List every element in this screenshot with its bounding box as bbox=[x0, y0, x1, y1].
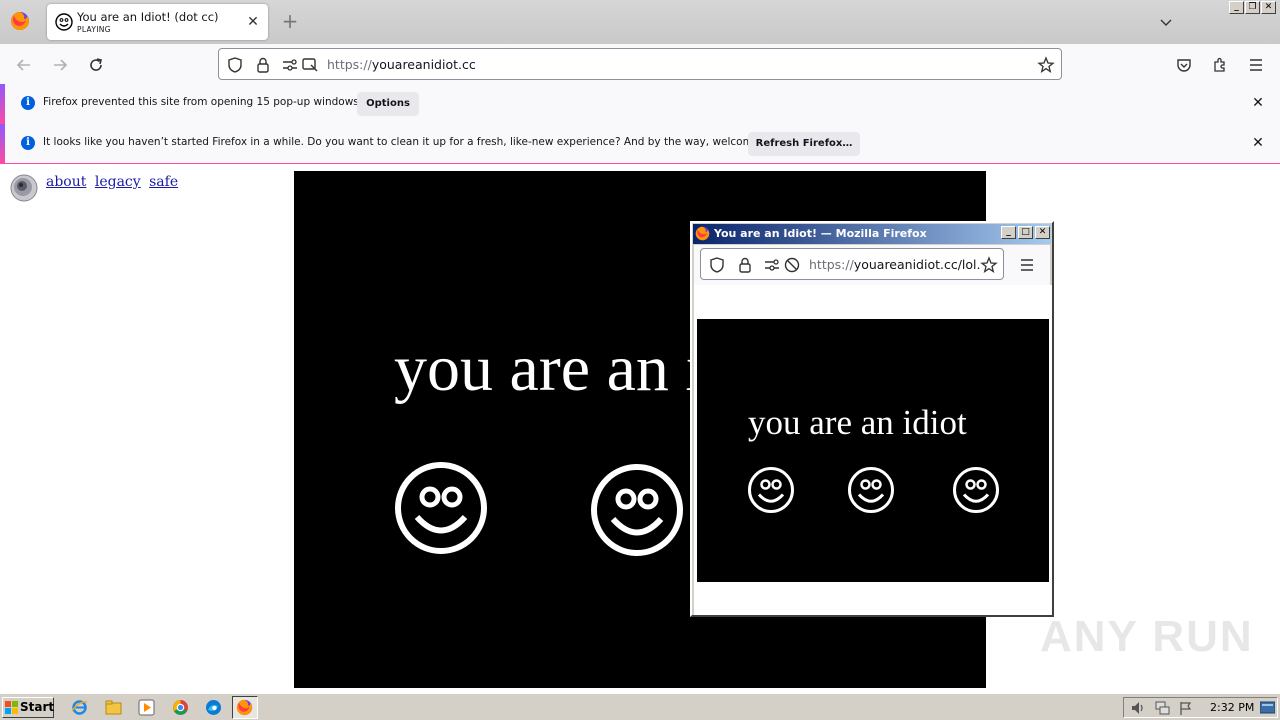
tab-playing-label: PLAYING bbox=[77, 25, 111, 34]
network-icon[interactable] bbox=[1154, 700, 1170, 716]
refresh-firefox-button[interactable]: Refresh Firefox… bbox=[748, 132, 860, 156]
chevron-down-icon[interactable] bbox=[1158, 14, 1174, 30]
bookmark-star-icon[interactable] bbox=[980, 256, 998, 274]
url-bar[interactable]: https://youareanidiot.cc bbox=[218, 48, 1062, 80]
back-arrow-icon[interactable] bbox=[15, 56, 33, 74]
watermark: ANY RUN bbox=[1040, 612, 1254, 661]
volume-icon[interactable] bbox=[1130, 700, 1146, 716]
hamburger-menu-icon[interactable] bbox=[1018, 256, 1036, 274]
popup-page-content: you are an idiot bbox=[694, 285, 1052, 615]
firefox-logo-icon bbox=[236, 699, 253, 716]
shield-icon[interactable] bbox=[226, 56, 244, 74]
navigation-toolbar: https://youareanidiot.cc bbox=[0, 44, 1280, 84]
permissions-icon[interactable] bbox=[281, 56, 299, 74]
window-controls: _ ❐ ✕ bbox=[1229, 1, 1276, 14]
notification-text: It looks like you haven’t started Firefo… bbox=[43, 136, 792, 148]
start-button[interactable]: Start bbox=[2, 697, 54, 718]
shield-icon[interactable] bbox=[708, 256, 726, 274]
firefox-logo-icon[interactable] bbox=[10, 11, 30, 31]
popup-toolbar: https://youareanidiot.cc/lol.h bbox=[694, 245, 1050, 285]
close-icon[interactable]: ✕ bbox=[1250, 135, 1266, 151]
smiley-face-icon bbox=[748, 467, 794, 513]
about-link[interactable]: about bbox=[46, 174, 86, 190]
lock-icon[interactable] bbox=[736, 256, 754, 274]
speaker-icon[interactable] bbox=[8, 171, 40, 203]
popup-titlebar[interactable]: You are an Idiot! — Mozilla Firefox _ □ … bbox=[693, 224, 1051, 244]
chrome-icon[interactable] bbox=[172, 699, 189, 716]
refresh-firefox-notification: i It looks like you haven’t started Fire… bbox=[0, 124, 1280, 164]
firefox-logo-icon bbox=[695, 226, 710, 241]
file-explorer-icon[interactable] bbox=[105, 699, 122, 716]
popup-window-controls: _ □ ✕ bbox=[1001, 226, 1050, 239]
new-tab-icon[interactable]: + bbox=[280, 11, 300, 31]
windows-logo-icon bbox=[5, 701, 18, 714]
smiley-face-icon bbox=[953, 467, 999, 513]
smiley-face-icon bbox=[395, 462, 487, 554]
taskbar: Start 2:32 PM bbox=[0, 693, 1280, 720]
start-label: Start bbox=[20, 700, 55, 714]
popup-title: You are an Idiot! — Mozilla Firefox bbox=[714, 227, 927, 240]
popup-video-player[interactable]: you are an idiot bbox=[697, 319, 1049, 582]
internet-explorer-icon[interactable] bbox=[71, 699, 88, 716]
options-button[interactable]: Options bbox=[357, 92, 419, 116]
popup-window[interactable]: You are an Idiot! — Mozilla Firefox _ □ … bbox=[690, 221, 1054, 617]
lock-icon[interactable] bbox=[254, 56, 272, 74]
bookmark-star-icon[interactable] bbox=[1037, 56, 1055, 74]
tab-close-icon[interactable]: ✕ bbox=[245, 14, 261, 30]
system-tray: 2:32 PM bbox=[1123, 697, 1278, 718]
info-icon: i bbox=[21, 136, 35, 150]
show-desktop-icon[interactable] bbox=[1260, 701, 1275, 715]
hamburger-menu-icon[interactable] bbox=[1247, 56, 1265, 74]
pocket-icon[interactable] bbox=[1175, 56, 1193, 74]
action-center-flag-icon[interactable] bbox=[1178, 700, 1194, 716]
tab-active[interactable]: You are an Idiot! (dot cc) PLAYING ✕ bbox=[47, 4, 268, 40]
page-links: about legacy safe bbox=[46, 174, 182, 190]
close-window-button[interactable]: ✕ bbox=[1261, 1, 1276, 14]
media-player-icon[interactable] bbox=[138, 699, 155, 716]
minimize-button[interactable]: _ bbox=[1229, 1, 1244, 14]
info-icon: i bbox=[21, 96, 35, 110]
tab-title: You are an Idiot! (dot cc) bbox=[77, 10, 219, 24]
popup-blocked-notification: i Firefox prevented this site from openi… bbox=[0, 84, 1280, 124]
forward-arrow-icon[interactable] bbox=[51, 56, 69, 74]
close-icon[interactable]: ✕ bbox=[1250, 95, 1266, 111]
taskbar-firefox-button[interactable] bbox=[232, 696, 258, 719]
edge-icon[interactable] bbox=[205, 699, 222, 716]
extensions-icon[interactable] bbox=[1211, 56, 1229, 74]
smiley-face-icon bbox=[848, 467, 894, 513]
autoplay-icon[interactable] bbox=[301, 56, 319, 74]
notification-text: Firefox prevented this site from opening… bbox=[43, 96, 363, 108]
popup-url-bar[interactable]: https://youareanidiot.cc/lol.h bbox=[700, 248, 1004, 280]
reload-icon[interactable] bbox=[87, 56, 105, 74]
popup-maximize-button[interactable]: □ bbox=[1018, 226, 1033, 239]
url-text[interactable]: https://youareanidiot.cc bbox=[327, 57, 476, 72]
blocked-autoplay-icon[interactable] bbox=[783, 256, 801, 274]
restore-button[interactable]: ❐ bbox=[1245, 1, 1260, 14]
legacy-link[interactable]: legacy bbox=[95, 174, 141, 190]
popup-url-text[interactable]: https://youareanidiot.cc/lol.h bbox=[809, 257, 988, 272]
smiley-face-icon bbox=[591, 464, 683, 556]
safe-link[interactable]: safe bbox=[149, 174, 178, 190]
clock[interactable]: 2:32 PM bbox=[1210, 701, 1254, 714]
tab-bar: You are an Idiot! (dot cc) PLAYING ✕ + _… bbox=[0, 0, 1280, 44]
popup-close-button[interactable]: ✕ bbox=[1035, 226, 1050, 239]
permissions-icon[interactable] bbox=[763, 256, 781, 274]
smiley-favicon-icon bbox=[55, 13, 73, 31]
popup-minimize-button[interactable]: _ bbox=[1001, 226, 1016, 239]
popup-video-caption: you are an idiot bbox=[748, 403, 967, 442]
